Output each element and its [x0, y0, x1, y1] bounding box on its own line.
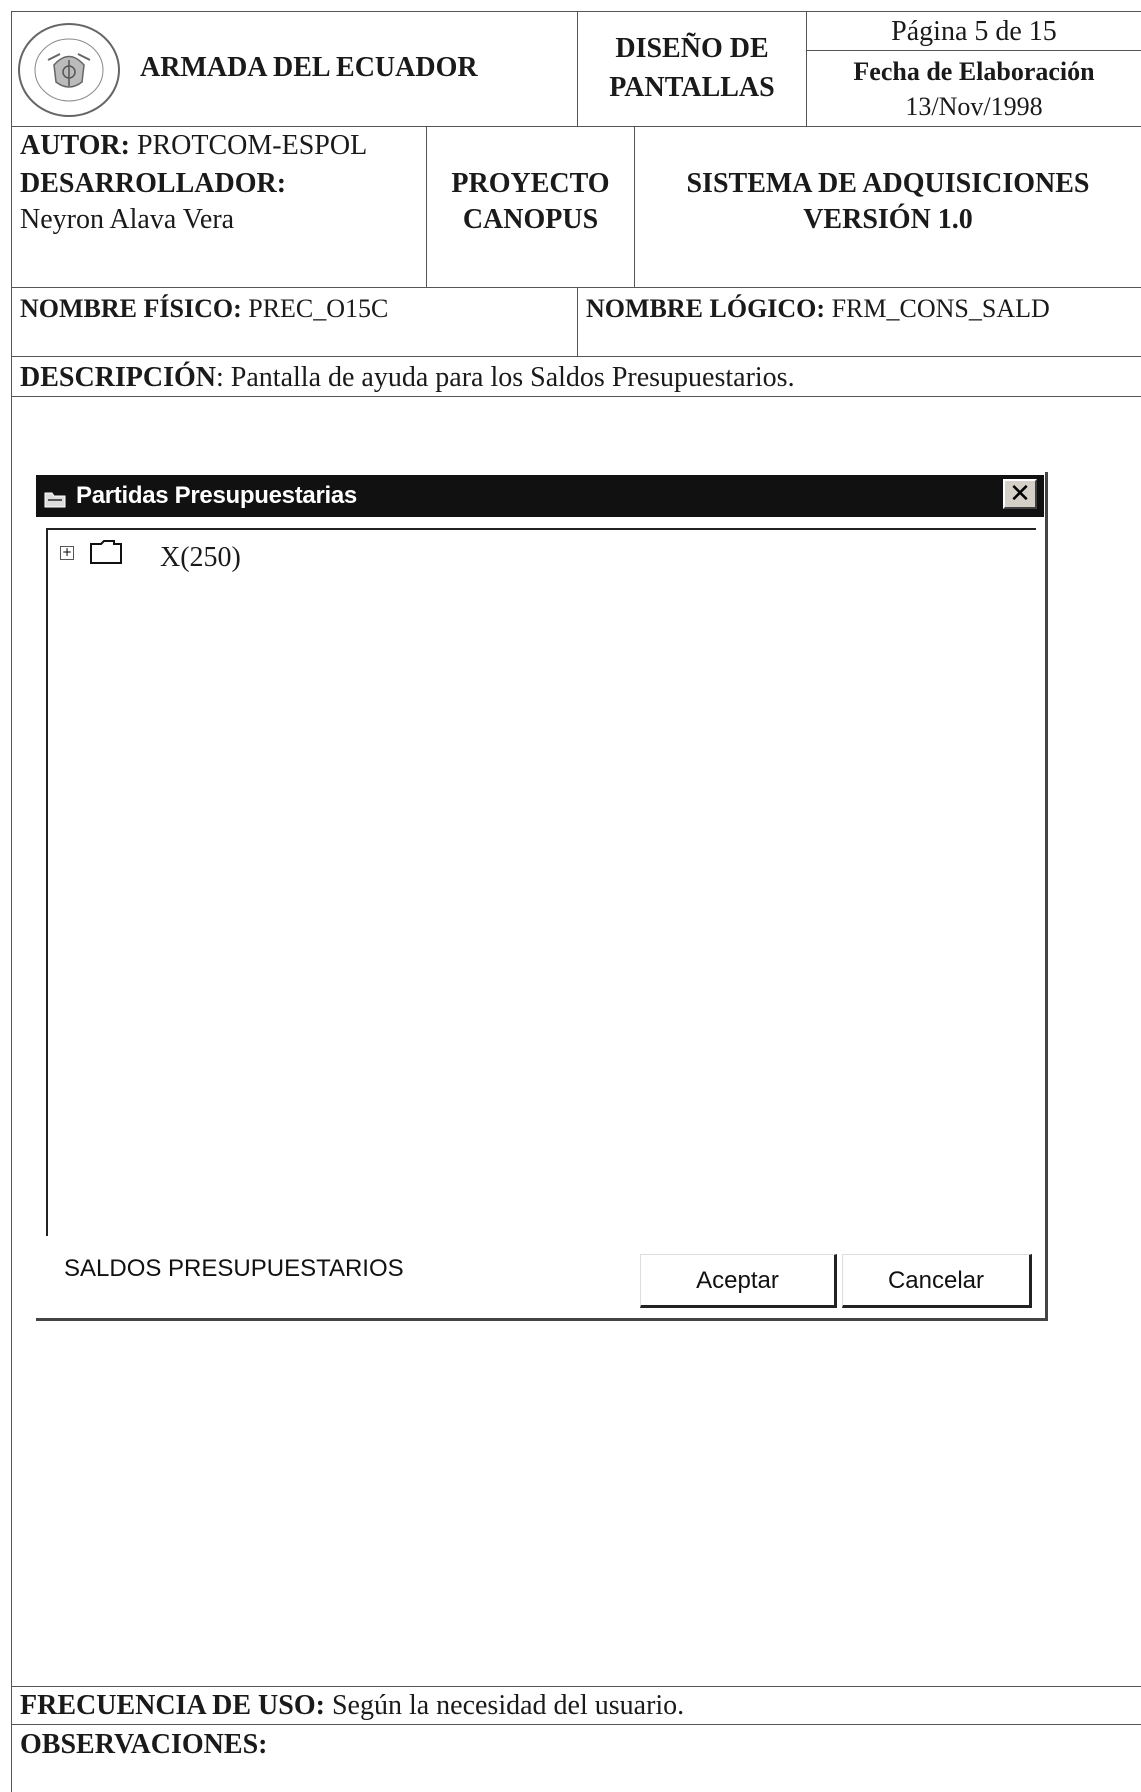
folder-icon — [90, 540, 122, 564]
developer-label: DESARROLLADOR: — [20, 168, 287, 199]
dialog-title: Partidas Presupuestarias — [76, 482, 357, 509]
close-icon: ✕ — [1009, 478, 1031, 508]
system-line1: SISTEMA DE ADQUISICIONES — [686, 168, 1090, 199]
organization-name: ARMADA DEL ECUADOR — [140, 52, 478, 83]
physical-name-label: NOMBRE FÍSICO: — [20, 294, 242, 323]
navy-seal-logo — [14, 20, 124, 120]
partidas-dialog: Partidas Presupuestarias ✕ + X(250) SALD… — [36, 472, 1047, 1322]
close-button[interactable]: ✕ — [1003, 479, 1037, 509]
page-number: Página 5 de 15 — [891, 16, 1057, 47]
tree-node-label[interactable]: X(250) — [160, 542, 241, 574]
physical-name-value: PREC_O15C — [248, 294, 389, 323]
dialog-shadow-bottom — [36, 1318, 1048, 1321]
budget-tree-view[interactable]: + X(250) — [46, 528, 1036, 1236]
developer-value: Neyron Alava Vera — [20, 204, 235, 235]
project-line1: PROYECTO — [451, 168, 610, 199]
doc-type-line1: DISEÑO DE — [615, 33, 769, 64]
observations-label: OBSERVACIONES: — [20, 1729, 268, 1760]
author-value: PROTCOM-ESPOL — [136, 130, 368, 161]
expand-node-icon[interactable]: + — [60, 546, 74, 560]
author-line: AUTOR: PROTCOM-ESPOL — [20, 130, 367, 162]
description-line: DESCRIPCIÓN: Pantalla de ayuda para los … — [20, 362, 795, 394]
description-label: DESCRIPCIÓN — [20, 362, 217, 393]
doc-type-line2: PANTALLAS — [609, 72, 775, 103]
description-text: : Pantalla de ayuda para los Saldos Pres… — [216, 362, 795, 393]
status-label: SALDOS PRESUPUESTARIOS — [64, 1255, 404, 1282]
system-line2: VERSIÓN 1.0 — [803, 204, 973, 235]
logical-name-line: NOMBRE LÓGICO: FRM_CONS_SALD — [586, 294, 1050, 324]
logical-name-label: NOMBRE LÓGICO: — [586, 294, 826, 323]
project-line2: CANOPUS — [462, 204, 599, 235]
app-window-icon — [44, 487, 66, 508]
author-label: AUTOR: — [20, 130, 130, 161]
date-value: 13/Nov/1998 — [905, 92, 1043, 121]
frequency-value: Según la necesidad del usuario. — [331, 1690, 685, 1721]
accept-button[interactable]: Aceptar — [640, 1254, 837, 1308]
frequency-line: FRECUENCIA DE USO: Según la necesidad de… — [20, 1690, 684, 1722]
logical-name-value: FRM_CONS_SALD — [831, 294, 1050, 323]
physical-name-line: NOMBRE FÍSICO: PREC_O15C — [20, 294, 388, 324]
frequency-label: FRECUENCIA DE USO: — [20, 1690, 325, 1721]
dialog-titlebar[interactable]: Partidas Presupuestarias ✕ — [36, 475, 1044, 517]
dialog-shadow-right — [1045, 472, 1048, 1321]
date-label: Fecha de Elaboración — [853, 57, 1095, 86]
cancel-button[interactable]: Cancelar — [842, 1254, 1032, 1308]
